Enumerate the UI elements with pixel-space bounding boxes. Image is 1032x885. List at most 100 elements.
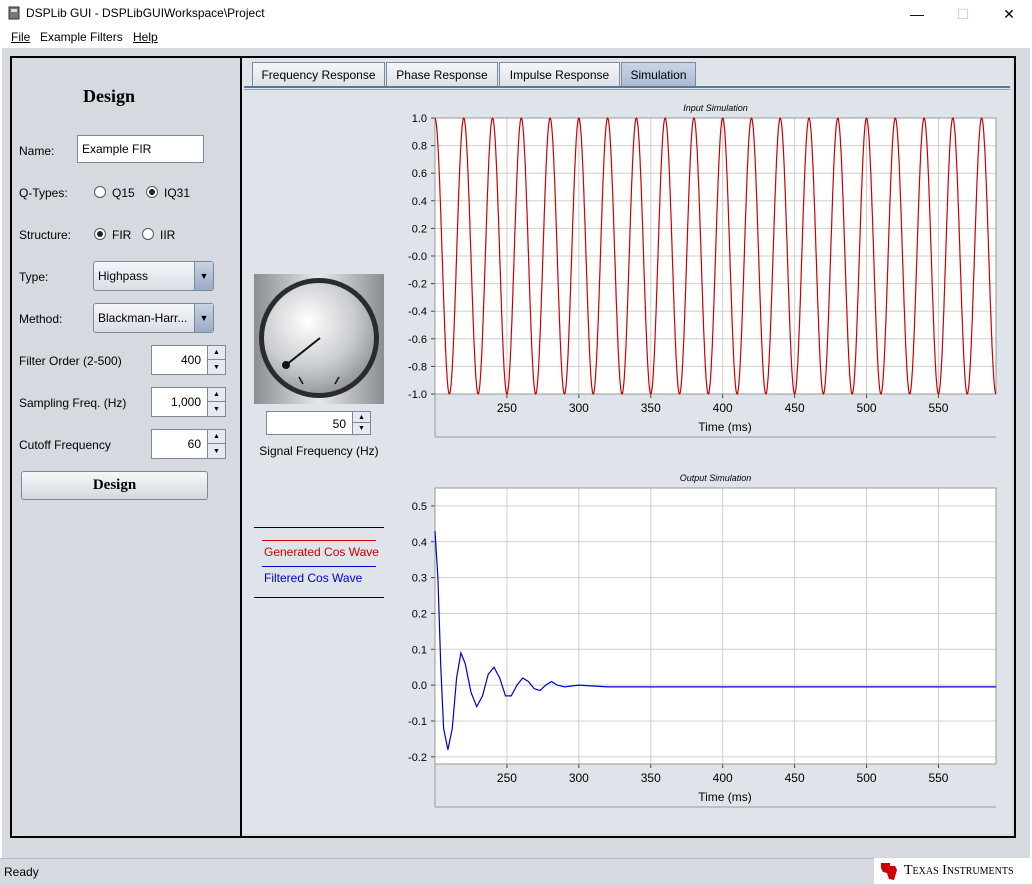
fir-radio-dot (97, 231, 103, 237)
spin-down-icon[interactable]: ▼ (353, 423, 370, 434)
menu-file-label: File (11, 30, 31, 44)
signal-frequency-label: Signal Frequency (Hz) (259, 444, 379, 458)
maximize-button[interactable]: ☐ (940, 0, 986, 28)
tab-impulse-response[interactable]: Impulse Response (499, 62, 620, 86)
legend-filtered-line (262, 566, 376, 567)
input-chart-ytick-label: 0.4 (412, 196, 427, 208)
q15-label: Q15 (112, 186, 135, 200)
cutoff-spinner-buttons: ▲ ▼ (207, 430, 225, 458)
output-chart-xtick-label: 400 (713, 771, 733, 785)
signal-frequency-knob[interactable] (254, 274, 384, 404)
fir-radio[interactable] (94, 228, 106, 240)
iir-label: IIR (160, 228, 176, 242)
title-bar: DSPLib GUI - DSPLibGUIWorkspace\Project … (0, 0, 1032, 28)
status-text: Ready (4, 865, 39, 879)
spin-up-icon[interactable]: ▲ (208, 430, 225, 444)
menu-help-label: Help (133, 30, 158, 44)
method-select-value: Blackman-Harr... (98, 311, 188, 325)
tab-phase-response[interactable]: Phase Response (386, 62, 498, 86)
minimize-button[interactable]: — (894, 0, 940, 28)
type-select[interactable]: Highpass ▼ (93, 261, 214, 291)
legend-generated-line (262, 540, 376, 541)
iq31-radio[interactable] (146, 186, 158, 198)
tab-strip-border-inner (244, 89, 1010, 90)
sampling-value: 1,000 (170, 395, 201, 409)
iq31-radio-dot (149, 189, 155, 195)
input-chart-ytick-label: -0.2 (408, 279, 427, 291)
output-chart-ytick-label: -0.1 (408, 716, 427, 728)
output-chart-xtick-label: 500 (857, 771, 877, 785)
close-button[interactable]: ✕ (986, 0, 1032, 28)
spin-up-icon[interactable]: ▲ (353, 412, 370, 423)
legend-generated-label: Generated Cos Wave (264, 545, 379, 559)
name-label: Name: (19, 144, 55, 158)
spin-down-icon[interactable]: ▼ (208, 444, 225, 458)
ti-logo: Texas Instruments (874, 858, 1032, 884)
type-label: Type: (19, 270, 49, 284)
input-chart-xtick-label: 350 (641, 401, 661, 415)
tab-simulation-label: Simulation (630, 67, 687, 82)
tab-simulation[interactable]: Simulation (621, 62, 696, 86)
signal-frequency-spinner-buttons: ▲ ▼ (352, 412, 370, 434)
name-input[interactable]: Example FIR (77, 135, 204, 163)
iir-radio[interactable] (142, 228, 154, 240)
tab-strip-border (244, 86, 1010, 88)
chevron-down-icon: ▼ (194, 304, 213, 332)
input-chart-ytick-label: -1.0 (408, 389, 427, 401)
signal-frequency-value: 50 (332, 417, 346, 431)
sampling-spinner-buttons: ▲ ▼ (207, 388, 225, 416)
input-chart-ytick-label: -0.6 (408, 334, 427, 346)
menu-example-filters[interactable]: Example Filters (40, 30, 123, 44)
tab-impulse-response-label: Impulse Response (509, 67, 610, 82)
qtypes-label: Q-Types: (19, 186, 68, 200)
menu-help[interactable]: Help (133, 30, 158, 44)
input-chart-xlabel: Time (ms) (698, 420, 752, 434)
tab-frequency-response[interactable]: Frequency Response (252, 62, 385, 86)
q15-radio[interactable] (94, 186, 106, 198)
spin-up-icon[interactable]: ▲ (208, 388, 225, 402)
legend-filtered-label: Filtered Cos Wave (264, 571, 363, 585)
order-spinner[interactable]: 400 ▲ ▼ (151, 345, 226, 375)
cutoff-spinner[interactable]: 60 ▲ ▼ (151, 429, 226, 459)
output-chart-xlabel: Time (ms) (698, 790, 752, 804)
menu-file[interactable]: File (11, 30, 30, 44)
sampling-spinner[interactable]: 1,000 ▲ ▼ (151, 387, 226, 417)
signal-frequency-spinner[interactable]: 50 ▲ ▼ (266, 411, 371, 435)
input-chart-xtick-label: 450 (785, 401, 805, 415)
method-select[interactable]: Blackman-Harr... ▼ (93, 303, 214, 333)
cutoff-label: Cutoff Frequency (19, 438, 111, 452)
input-simulation-chart: 250 300 350 400 450 500 550 1.0 0.8 0.6 0.4 0.2 -0.0… (408, 113, 997, 438)
input-chart-xtick-label: 250 (497, 401, 517, 415)
input-chart-ytick-label: -0.4 (408, 306, 427, 318)
window-title: DSPLib GUI - DSPLibGUIWorkspace\Project (26, 6, 265, 20)
output-chart-xtick-label: 450 (785, 771, 805, 785)
input-chart-ytick-label: 0.2 (412, 223, 427, 235)
ti-logo-icon (881, 863, 897, 880)
ti-logo-text: Texas Instruments (904, 863, 1014, 878)
input-chart-ytick-label: -0.0 (408, 251, 427, 263)
input-chart-xtick-label: 550 (928, 401, 948, 415)
knob-dot (282, 361, 290, 369)
output-chart-xtick-label: 250 (497, 771, 517, 785)
design-button[interactable]: Design (21, 471, 208, 500)
order-label: Filter Order (2-500) (19, 354, 122, 368)
input-chart-ytick-label: -0.8 (408, 361, 427, 373)
design-panel: Design Name: Example FIR Q-Types: Q15 IQ… (12, 58, 240, 834)
method-label: Method: (19, 312, 63, 326)
input-chart-ytick-label: 0.6 (412, 168, 427, 180)
tab-phase-response-label: Phase Response (396, 67, 488, 82)
spin-up-icon[interactable]: ▲ (208, 346, 225, 360)
fir-label: FIR (112, 228, 132, 242)
spin-down-icon[interactable]: ▼ (208, 360, 225, 374)
design-heading: Design (82, 86, 135, 106)
input-chart-ytick-label: 0.8 (412, 141, 427, 153)
type-select-value: Highpass (98, 269, 149, 283)
spin-down-icon[interactable]: ▼ (208, 402, 225, 416)
cutoff-value: 60 (187, 437, 201, 451)
output-chart-ytick-label: 0.0 (412, 680, 427, 692)
output-chart-xtick-label: 350 (641, 771, 661, 785)
output-chart-xtick-label: 300 (569, 771, 589, 785)
sampling-label: Sampling Freq. (Hz) (19, 396, 127, 410)
input-chart-xtick-label: 500 (857, 401, 877, 415)
tab-frequency-response-label: Frequency Response (261, 67, 376, 82)
